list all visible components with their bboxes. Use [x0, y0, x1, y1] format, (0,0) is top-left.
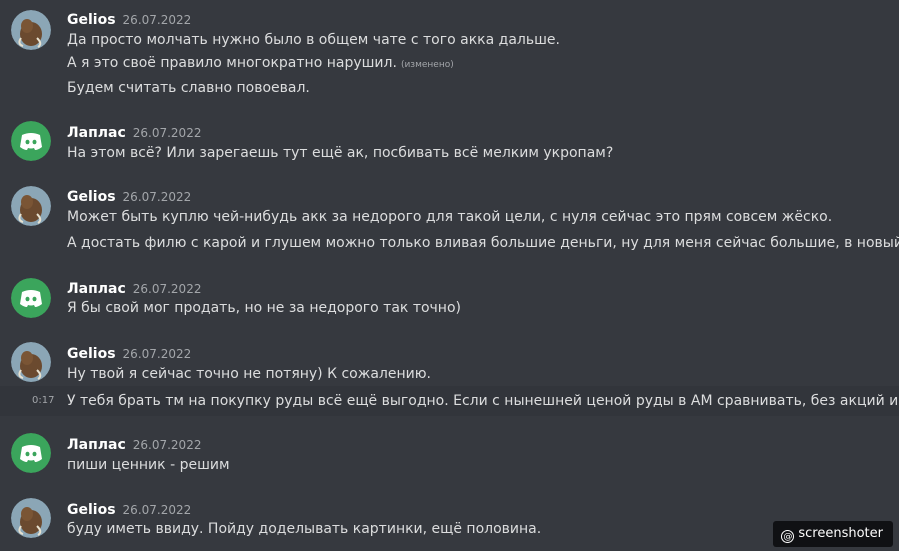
message-text: У тебя брать тм на покупку руды всё ещё … [67, 393, 899, 409]
message-text: буду иметь ввиду. Пойду доделывать карти… [67, 521, 542, 537]
message-timestamp: 26.07.2022 [132, 126, 202, 140]
message-timestamp: 26.07.2022 [122, 13, 192, 27]
author-name[interactable]: Gelios [67, 346, 116, 362]
message-text: А я это своё правило многократно нарушил… [67, 55, 454, 71]
edited-label: (изменено) [400, 60, 454, 70]
message-text: А достать филю с карой и глушем можно то… [67, 235, 899, 251]
message-timestamp: 26.07.2022 [132, 282, 202, 296]
message-timestamp: 26.07.2022 [122, 503, 192, 517]
mammoth-avatar-icon[interactable] [11, 10, 51, 50]
mammoth-avatar-icon[interactable] [11, 342, 51, 382]
message-text: пиши ценник - решим [67, 457, 230, 473]
message-text: Может быть куплю чей-нибудь акк за недор… [67, 209, 833, 225]
author-name[interactable]: Gelios [67, 189, 116, 205]
message-timestamp: 26.07.2022 [122, 190, 192, 204]
message-text: Да просто молчать нужно было в общем чат… [67, 32, 560, 48]
hover-timestamp: 0:17 [32, 395, 55, 406]
at-icon: @ [781, 530, 795, 543]
message-text: Ну твой я сейчас точно не потяну) К сожа… [67, 366, 431, 382]
author-name[interactable]: Лаплас [67, 437, 126, 453]
discord-avatar-icon[interactable] [11, 121, 51, 161]
watermark-text: screenshoter [798, 526, 883, 541]
mammoth-avatar-icon[interactable] [11, 498, 51, 538]
message-timestamp: 26.07.2022 [132, 438, 202, 452]
message-text: Я бы свой мог продать, но не за недорого… [67, 300, 461, 316]
discord-avatar-icon[interactable] [11, 278, 51, 318]
author-name[interactable]: Лаплас [67, 125, 126, 141]
author-name[interactable]: Gelios [67, 12, 116, 28]
message-timestamp: 26.07.2022 [122, 347, 192, 361]
discord-avatar-icon[interactable] [11, 433, 51, 473]
author-name[interactable]: Gelios [67, 502, 116, 518]
mammoth-avatar-icon[interactable] [11, 186, 51, 226]
message-text: На этом всё? Или зарегаешь тут ещё ак, п… [67, 145, 614, 161]
message-text: Будем считать славно повоевал. [67, 80, 310, 96]
screenshoter-watermark: @ screenshoter [773, 521, 893, 547]
author-name[interactable]: Лаплас [67, 281, 126, 297]
